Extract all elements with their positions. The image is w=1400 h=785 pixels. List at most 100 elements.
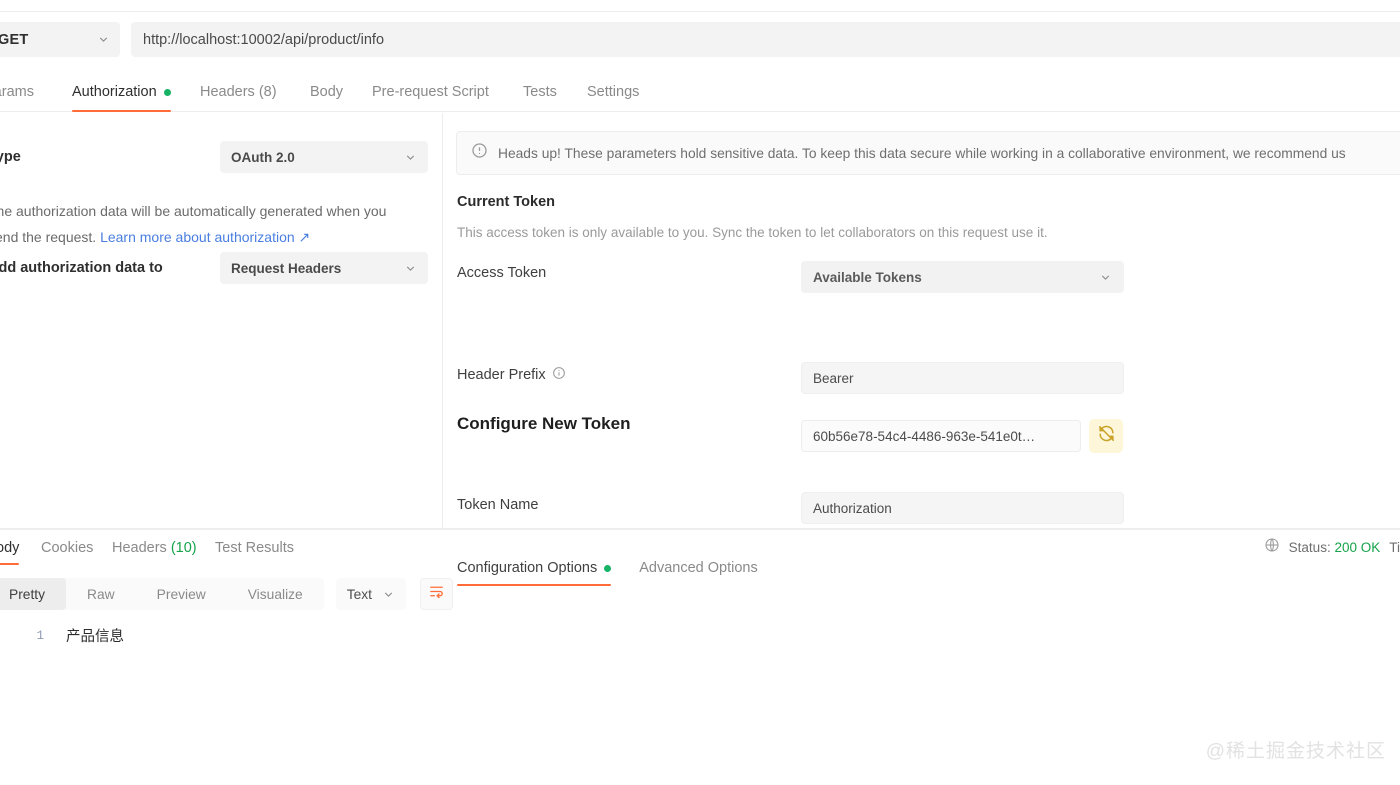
add-auth-data-select[interactable]: Request Headers — [220, 252, 428, 284]
request-tab-label: Headers — [200, 84, 255, 100]
response-tab-test-results[interactable]: Test Results — [215, 531, 294, 565]
request-tab-pre-request-script[interactable]: Pre-request Script — [372, 72, 489, 112]
response-status: Status: 200 OK — [1289, 540, 1381, 555]
learn-more-link[interactable]: Learn more about authorization ↗ — [100, 229, 310, 245]
current-token-subtitle: This access token is only available to y… — [457, 225, 1048, 240]
token-name-value: Authorization — [813, 501, 892, 516]
info-icon[interactable] — [552, 366, 566, 384]
request-tab-params[interactable]: Params — [0, 72, 34, 112]
add-auth-data-label: Add authorization data to — [0, 260, 220, 276]
header-prefix-label: Header Prefix — [457, 366, 566, 384]
chevron-down-icon — [382, 588, 395, 601]
request-tab-count: (8) — [259, 84, 277, 100]
request-tab-authorization[interactable]: Authorization — [72, 72, 171, 112]
response-time-label: Ti — [1389, 540, 1400, 555]
chevron-down-icon — [404, 262, 417, 275]
body-format-select[interactable]: Text — [336, 578, 406, 610]
response-tab-headers[interactable]: Headers(10) — [112, 531, 197, 565]
request-tab-body[interactable]: Body — [310, 72, 343, 112]
view-mode-pretty[interactable]: Pretty — [0, 578, 66, 610]
request-tab-label: Authorization — [72, 84, 157, 100]
response-tab-label: Cookies — [41, 540, 93, 556]
auth-right-column: Heads up! These parameters hold sensitiv… — [444, 113, 1400, 528]
sensitive-data-banner-text: Heads up! These parameters hold sensitiv… — [498, 146, 1346, 161]
response-tab-label: Headers — [112, 540, 167, 556]
line-number: 1 — [0, 629, 44, 643]
request-tab-label: Body — [310, 84, 343, 100]
authorization-panel: Type OAuth 2.0 The authorization data wi… — [0, 113, 1400, 528]
view-mode-preview[interactable]: Preview — [136, 578, 227, 610]
url-value: http://localhost:10002/api/product/info — [143, 32, 384, 48]
status-prefix: Status: — [1289, 540, 1331, 555]
add-auth-data-row: Add authorization data to Request Header… — [0, 252, 428, 284]
configure-new-token-title: Configure New Token — [457, 414, 630, 434]
active-tab-underline — [72, 110, 171, 113]
auth-help-line1: The authorization data will be automatic… — [0, 203, 386, 219]
response-tabs: ody Cookies Headers(10) Test Results — [0, 531, 1400, 565]
access-token-input[interactable]: 60b56e78-54c4-4486-963e-541e0t… — [801, 420, 1081, 452]
header-prefix-text: Header Prefix — [457, 367, 546, 383]
chevron-down-icon — [404, 151, 417, 164]
unsaved-dot-icon — [164, 89, 171, 96]
access-token-label: Access Token — [457, 265, 546, 281]
body-format-value: Text — [347, 587, 372, 602]
globe-icon — [1264, 537, 1280, 558]
request-tab-label: Params — [0, 84, 34, 100]
url-bar: GET http://localhost:10002/api/product/i… — [0, 13, 1400, 65]
active-tab-underline — [0, 563, 19, 566]
auth-type-row: Type OAuth 2.0 — [0, 141, 428, 173]
response-tab-cookies[interactable]: Cookies — [41, 531, 93, 565]
available-tokens-select[interactable]: Available Tokens — [801, 261, 1124, 293]
http-method-label: GET — [0, 32, 28, 48]
http-method-select[interactable]: GET — [0, 22, 120, 57]
word-wrap-button[interactable] — [420, 578, 453, 610]
unsaved-dot-icon — [604, 565, 611, 572]
view-mode-group: PrettyRawPreviewVisualize — [0, 578, 324, 610]
auth-left-column: Type OAuth 2.0 The authorization data wi… — [0, 113, 443, 528]
request-tab-settings[interactable]: Settings — [587, 72, 639, 112]
active-subtab-underline — [457, 584, 611, 587]
response-divider[interactable] — [0, 528, 1400, 530]
current-token-title: Current Token — [457, 194, 555, 210]
word-wrap-icon — [428, 583, 445, 605]
token-name-label: Token Name — [457, 497, 538, 513]
url-input[interactable]: http://localhost:10002/api/product/info — [131, 22, 1400, 57]
access-token-value: 60b56e78-54c4-4486-963e-541e0t… — [813, 429, 1035, 444]
response-status-group: Status: 200 OK Ti — [1264, 537, 1400, 558]
auth-type-label: Type — [0, 149, 220, 165]
request-tab-label: Settings — [587, 84, 639, 100]
watermark: @稀土掘金技术社区 — [1206, 736, 1386, 763]
sync-off-icon — [1097, 424, 1116, 448]
token-name-input[interactable]: Authorization — [801, 492, 1124, 524]
response-body[interactable]: 1 产品信息 — [0, 618, 1400, 785]
chevron-down-icon — [1099, 271, 1112, 284]
response-tab-label: Test Results — [215, 540, 294, 556]
code-line: 1 产品信息 — [0, 625, 124, 646]
chevron-down-icon — [97, 33, 110, 46]
auth-help-text: The authorization data will be automatic… — [0, 198, 438, 250]
alert-circle-icon — [471, 142, 488, 164]
request-tabs: Params Authorization Headers(8) Body Pre-req… — [0, 72, 1400, 112]
response-tab-label: ody — [0, 540, 19, 556]
request-tab-label: Pre-request Script — [372, 84, 489, 100]
header-prefix-value: Bearer — [813, 371, 854, 386]
sync-token-button[interactable] — [1089, 419, 1123, 453]
status-value: 200 OK — [1334, 540, 1380, 555]
postman-request-screen: GET http://localhost:10002/api/product/i… — [0, 0, 1400, 785]
view-mode-raw[interactable]: Raw — [66, 578, 136, 610]
response-view-toolbar: PrettyRawPreviewVisualize Text — [0, 578, 453, 610]
sensitive-data-banner: Heads up! These parameters hold sensitiv… — [456, 131, 1400, 175]
auth-type-value: OAuth 2.0 — [231, 150, 295, 165]
view-mode-visualize[interactable]: Visualize — [227, 578, 324, 610]
header-prefix-input[interactable]: Bearer — [801, 362, 1124, 394]
request-tab-tests[interactable]: Tests — [523, 72, 557, 112]
auth-help-line2: send the request. — [0, 229, 100, 245]
window-top-strip — [0, 0, 1400, 12]
available-tokens-value: Available Tokens — [813, 270, 922, 285]
add-auth-data-value: Request Headers — [231, 261, 341, 276]
response-tab-ody[interactable]: ody — [0, 531, 19, 565]
auth-type-select[interactable]: OAuth 2.0 — [220, 141, 428, 173]
request-tab-label: Tests — [523, 84, 557, 100]
line-text: 产品信息 — [66, 625, 124, 646]
request-tab-headers[interactable]: Headers(8) — [200, 72, 277, 112]
